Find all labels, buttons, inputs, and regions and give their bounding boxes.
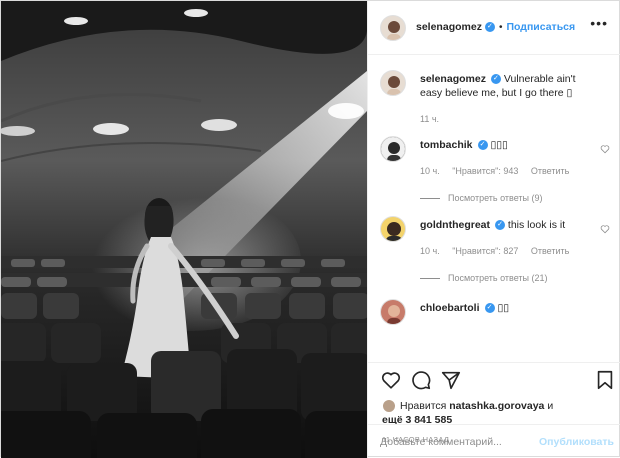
- likes-summary[interactable]: Нравится natashka.gorovaya и ещё 3 841 5…: [382, 399, 553, 427]
- publish-button[interactable]: Опубликовать: [539, 436, 614, 448]
- header-line: selenagomez ✓ • Подписаться: [416, 21, 575, 33]
- comment-body: this look is it: [507, 219, 566, 231]
- caption-meta: 11 ч.: [420, 114, 449, 124]
- post-photo[interactable]: [1, 1, 367, 458]
- view-replies-button[interactable]: Посмотреть ответы (9): [420, 193, 543, 203]
- view-replies-button[interactable]: Посмотреть ответы (21): [420, 273, 548, 283]
- comment-like-heart-icon[interactable]: [600, 224, 610, 234]
- view-replies-label: Посмотреть ответы (9): [448, 193, 543, 203]
- caption-avatar[interactable]: [380, 70, 406, 96]
- comment-row: chloebartoli ✓ ▯▯: [380, 299, 610, 333]
- comment-text: goldnthegreat ✓ this look is it: [420, 218, 600, 232]
- post-side-panel: selenagomez ✓ • Подписаться ••• selenagomez…: [367, 1, 620, 458]
- add-comment-bar: Опубликовать: [368, 424, 620, 458]
- reply-button[interactable]: Ответить: [531, 246, 569, 256]
- comment-meta: 10 ч. "Нравится": 827 Ответить: [420, 246, 579, 256]
- avatar-image: [381, 137, 405, 161]
- comment-username[interactable]: chloebartoli: [420, 302, 480, 314]
- author-username[interactable]: selenagomez: [416, 21, 482, 33]
- comment-time[interactable]: 10 ч.: [420, 166, 440, 176]
- caption-text: selenagomez ✓ Vulnerable ain't easy belie…: [420, 72, 600, 100]
- comment-avatar[interactable]: [380, 299, 406, 325]
- comment-icon[interactable]: [410, 369, 432, 391]
- avatar-image: [381, 300, 405, 324]
- likes-connector: и: [547, 400, 554, 412]
- theater-photo-image: [1, 1, 367, 458]
- liker-username[interactable]: natashka.gorovaya: [449, 400, 544, 412]
- verified-badge-icon: ✓: [490, 74, 501, 85]
- follow-button[interactable]: Подписаться: [506, 21, 575, 33]
- comment-row: tombachik ✓ ▯▯▯ 10 ч. "Нравится": 943 Отв…: [380, 136, 610, 206]
- comment-time[interactable]: 10 ч.: [420, 246, 440, 256]
- comment-avatar[interactable]: [380, 136, 406, 162]
- comment-like-heart-icon[interactable]: [600, 144, 610, 154]
- post-header: selenagomez ✓ • Подписаться •••: [368, 1, 620, 55]
- share-icon[interactable]: [440, 369, 462, 391]
- separator-dot: •: [498, 22, 503, 33]
- comment-body: ▯▯: [497, 302, 509, 314]
- caption-time[interactable]: 11 ч.: [420, 114, 439, 124]
- comment-text: chloebartoli ✓ ▯▯: [420, 301, 600, 315]
- avatar-image: [381, 16, 405, 40]
- verified-badge-icon: ✓: [484, 22, 495, 33]
- bookmark-icon[interactable]: [594, 369, 616, 391]
- likes-prefix: Нравится: [400, 400, 447, 412]
- comments-list[interactable]: selenagomez ✓ Vulnerable ain't easy belie…: [368, 56, 620, 362]
- instagram-post: selenagomez ✓ • Подписаться ••• selenagomez…: [0, 0, 620, 458]
- verified-badge-icon: ✓: [477, 140, 488, 151]
- comment-username[interactable]: tombachik: [420, 139, 473, 151]
- comment-text: tombachik ✓ ▯▯▯: [420, 138, 600, 152]
- comment-input[interactable]: [380, 433, 530, 451]
- more-options-icon[interactable]: •••: [590, 15, 608, 31]
- reply-button[interactable]: Ответить: [531, 166, 569, 176]
- comment-meta: 10 ч. "Нравится": 943 Ответить: [420, 166, 579, 176]
- comment-row: goldnthegreat ✓ this look is it 10 ч. "Нр…: [380, 216, 610, 286]
- comment-likes[interactable]: "Нравится": 827: [452, 246, 518, 256]
- comment-likes[interactable]: "Нравится": 943: [452, 166, 518, 176]
- caption-row: selenagomez ✓ Vulnerable ain't easy belie…: [380, 70, 610, 130]
- comment-avatar[interactable]: [380, 216, 406, 242]
- heart-icon[interactable]: [380, 369, 402, 391]
- replies-line: [420, 278, 440, 280]
- replies-line: [420, 198, 440, 200]
- avatar-image: [381, 71, 405, 95]
- author-avatar[interactable]: [380, 15, 406, 41]
- view-replies-label: Посмотреть ответы (21): [448, 273, 548, 283]
- comment-body: ▯▯▯: [490, 139, 508, 151]
- verified-badge-icon: ✓: [495, 220, 505, 231]
- caption-username[interactable]: selenagomez: [420, 73, 486, 85]
- liker-avatar: [382, 399, 396, 414]
- avatar-image: [381, 217, 405, 241]
- verified-badge-icon: ✓: [484, 303, 495, 314]
- comment-username[interactable]: goldnthegreat: [420, 219, 490, 231]
